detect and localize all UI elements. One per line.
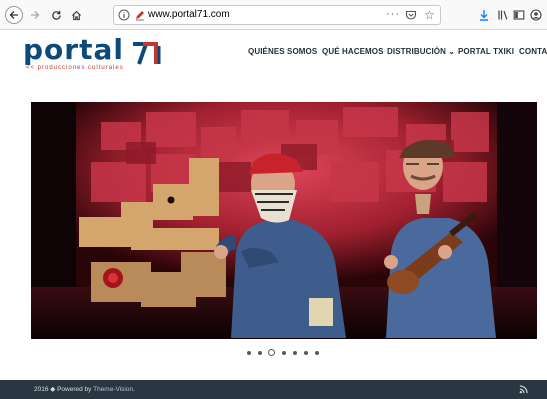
slider-dot[interactable] [258, 351, 262, 355]
sidebar-button[interactable] [512, 8, 526, 22]
sidebar-icon [513, 10, 525, 20]
slide-image [31, 102, 537, 339]
bookmark-star-icon[interactable]: ☆ [424, 8, 435, 22]
logo-tagline: << producciones culturales [26, 65, 124, 71]
home-button[interactable] [68, 6, 84, 24]
account-button[interactable] [529, 8, 543, 22]
nav-quienes-somos[interactable]: QUIÉNES SOMOS [248, 47, 317, 56]
reload-button[interactable] [48, 6, 64, 24]
hero-slider[interactable] [31, 102, 537, 339]
slider-dot[interactable] [293, 351, 297, 355]
site-footer: 2016 ◆ Powered by Theme-Vision. [0, 380, 547, 399]
nav-portal-txiki[interactable]: PORTAL TXIKI [458, 47, 514, 56]
reload-icon [51, 10, 61, 20]
footer-copyright: 2016 ◆ Powered by Theme-Vision. [34, 385, 135, 393]
theme-vision-link[interactable]: Theme-Vision. [93, 386, 135, 393]
footer-copyright-text: 2016 ◆ Powered by [34, 386, 92, 393]
slider-dot[interactable] [315, 351, 319, 355]
account-icon [530, 9, 542, 21]
info-icon[interactable] [118, 9, 130, 21]
page-actions-button[interactable]: ··· [386, 8, 400, 20]
site-edit-icon[interactable] [134, 9, 146, 21]
browser-toolbar: www.portal71.com ··· ☆ [0, 0, 547, 30]
back-button[interactable] [5, 6, 23, 24]
home-icon [71, 10, 81, 20]
site-logo[interactable]: portal << producciones culturales [23, 33, 163, 75]
downloads-button[interactable] [477, 8, 491, 22]
nav-distribucion[interactable]: DISTRIBUCIÓN ⌄ [387, 47, 455, 56]
library-button[interactable] [496, 8, 510, 22]
slider-pagination [247, 349, 327, 358]
slider-dot[interactable] [304, 351, 308, 355]
url-bar[interactable]: www.portal71.com ··· ☆ [113, 5, 441, 25]
download-icon [480, 10, 488, 21]
rss-icon[interactable] [519, 385, 528, 394]
library-icon [498, 10, 508, 20]
arrow-left-icon [9, 11, 18, 19]
logo-wordmark: portal [23, 33, 124, 66]
arrow-right-icon [31, 11, 40, 19]
slider-dot[interactable] [282, 351, 286, 355]
forward-button[interactable] [27, 6, 43, 24]
nav-que-hacemos[interactable]: QUÉ HACEMOS [322, 47, 384, 56]
logo-number-71 [133, 42, 161, 65]
url-text[interactable]: www.portal71.com [148, 9, 230, 20]
slider-dot-active[interactable] [268, 349, 275, 356]
pocket-icon[interactable] [405, 9, 417, 21]
nav-contacto[interactable]: CONTA [519, 47, 547, 56]
slider-dot[interactable] [247, 351, 251, 355]
